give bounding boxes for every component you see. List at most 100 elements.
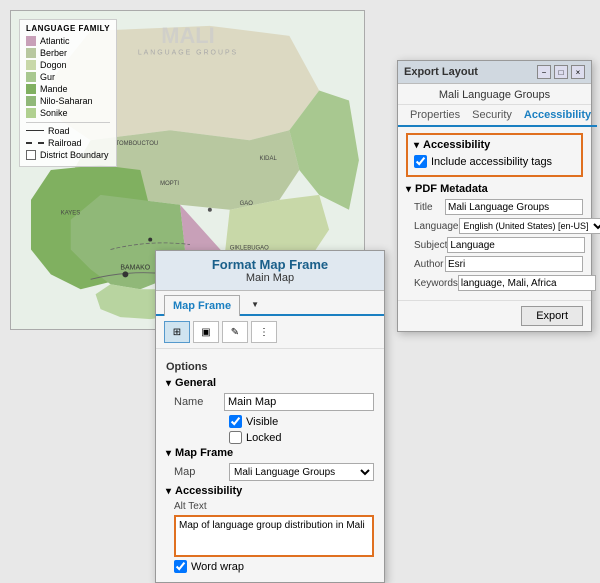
legend-label-gur: Gur: [40, 72, 55, 82]
minimize-button[interactable]: −: [537, 65, 551, 79]
map-select[interactable]: Mali Language Groups: [229, 463, 374, 481]
pdf-metadata-toggle[interactable]: ▾ PDF Metadata: [406, 183, 583, 195]
accessibility-section-arrow: ▾: [414, 140, 419, 151]
svg-text:LANGUAGE GROUPS: LANGUAGE GROUPS: [138, 50, 238, 57]
toolbar-grid-button[interactable]: ⊞: [164, 321, 190, 343]
export-subtitle: Mali Language Groups: [398, 84, 591, 105]
legend-item-gur: Gur: [26, 72, 110, 82]
close-button[interactable]: ×: [571, 65, 585, 79]
pdf-subject-input[interactable]: [447, 237, 585, 253]
dropdown-arrow-icon: ▼: [251, 300, 259, 309]
accessibility-section-label: Accessibility: [423, 139, 490, 151]
svg-text:TOMBOUCTOU: TOMBOUCTOU: [115, 141, 158, 147]
locked-checkbox[interactable]: [229, 431, 242, 444]
pdf-keywords-row: Keywords: [414, 275, 583, 291]
legend-road: Road: [26, 126, 110, 136]
tab-accessibility[interactable]: Accessibility: [518, 105, 597, 127]
svg-text:MOPTI: MOPTI: [160, 181, 179, 187]
pdf-language-select[interactable]: English (United States) [en-US]: [459, 218, 600, 234]
svg-text:BAMAKO: BAMAKO: [120, 264, 150, 271]
export-layout-dialog: Export Layout − □ × Mali Language Groups…: [397, 60, 592, 332]
pdf-metadata-label: PDF Metadata: [415, 183, 488, 195]
word-wrap-label: Word wrap: [191, 561, 244, 573]
legend-title: LANGUAGE FAMILY: [26, 24, 110, 33]
map-frame-label: Map Frame: [175, 447, 233, 459]
format-map-frame-dialog: Format Map Frame Main Map Map Frame ▼ ⊞ …: [155, 250, 385, 583]
accessibility-toggle-arrow: ▾: [166, 486, 171, 497]
accessibility-box: ▾ Accessibility Include accessibility ta…: [406, 133, 583, 177]
alt-text-input[interactable]: [174, 515, 374, 557]
include-tags-checkbox[interactable]: [414, 155, 427, 168]
pdf-keywords-label: Keywords: [414, 278, 458, 289]
tab-dropdown[interactable]: ▼: [240, 295, 267, 314]
options-header: Options: [166, 361, 374, 373]
legend-item-nilo: Nilo-Saharan: [26, 96, 110, 106]
legend-label-nilo: Nilo-Saharan: [40, 96, 93, 106]
restore-button[interactable]: □: [554, 65, 568, 79]
pdf-author-input[interactable]: [445, 256, 583, 272]
format-content: Options ▾ General Name Visible Locked ▾: [156, 349, 384, 582]
format-dialog-title: Format Map Frame: [166, 257, 374, 272]
legend-label-dogon: Dogon: [40, 60, 67, 70]
pdf-keywords-input[interactable]: [458, 275, 596, 291]
pdf-subject-row: Subject: [414, 237, 583, 253]
pdf-language-label: Language: [414, 221, 459, 232]
format-dialog-subtitle: Main Map: [166, 272, 374, 284]
export-button[interactable]: Export: [521, 306, 583, 326]
format-toolbar: ⊞ ▣ ✎ ⋮: [156, 316, 384, 349]
accessibility-section: Alt Text Word wrap: [174, 501, 374, 573]
locked-row: Locked: [174, 431, 374, 444]
legend-item-mande: Mande: [26, 84, 110, 94]
export-content: ▾ Accessibility Include accessibility ta…: [398, 127, 591, 300]
pdf-title-row: Title: [414, 199, 583, 215]
toolbar-border-button[interactable]: ▣: [193, 321, 219, 343]
word-wrap-row: Word wrap: [174, 560, 374, 573]
map-frame-section: Map Mali Language Groups: [174, 463, 374, 481]
alt-text-label: Alt Text: [174, 501, 374, 512]
visible-checkbox[interactable]: [229, 415, 242, 428]
map-row: Map Mali Language Groups: [174, 463, 374, 481]
accessibility-section-toggle[interactable]: ▾ Accessibility: [414, 139, 575, 151]
legend-label-road: Road: [48, 126, 70, 136]
tab-properties[interactable]: Properties: [404, 105, 466, 125]
map-frame-toggle[interactable]: ▾ Map Frame: [166, 447, 374, 459]
legend-item-berber: Berber: [26, 48, 110, 58]
pdf-title-label: Title: [414, 202, 445, 213]
name-row: Name: [174, 393, 374, 411]
name-label: Name: [174, 396, 224, 408]
pdf-author-row: Author: [414, 256, 583, 272]
pdf-title-input[interactable]: [445, 199, 583, 215]
pdf-author-label: Author: [414, 259, 445, 270]
window-controls: − □ ×: [537, 65, 585, 79]
general-section: Name Visible Locked: [174, 393, 374, 444]
legend-label-district: District Boundary: [40, 150, 109, 160]
export-button-row: Export: [398, 300, 591, 331]
legend-label-berber: Berber: [40, 48, 67, 58]
name-input[interactable]: [224, 393, 374, 411]
svg-text:GAO: GAO: [240, 201, 254, 207]
tab-security[interactable]: Security: [466, 105, 518, 125]
legend-label-mande: Mande: [40, 84, 68, 94]
legend-railroad: Railroad: [26, 138, 110, 148]
accessibility-label: Accessibility: [175, 485, 242, 497]
legend-item-atlantic: Atlantic: [26, 36, 110, 46]
export-dialog-title: Export Layout: [404, 66, 478, 78]
general-toggle-arrow: ▾: [166, 378, 171, 389]
accessibility-toggle[interactable]: ▾ Accessibility: [166, 485, 374, 497]
general-toggle[interactable]: ▾ General: [166, 377, 374, 389]
pdf-subject-label: Subject: [414, 240, 447, 251]
map-frame-toggle-arrow: ▾: [166, 448, 171, 459]
svg-text:KIDAL: KIDAL: [260, 156, 278, 162]
svg-text:MALI: MALI: [161, 23, 214, 48]
toolbar-options-button[interactable]: ⋮: [251, 321, 277, 343]
svg-text:KAYES: KAYES: [61, 211, 80, 217]
tab-map-frame[interactable]: Map Frame: [164, 295, 240, 316]
pdf-language-row: Language English (United States) [en-US]: [414, 218, 583, 234]
legend-item-sonike: Sonike: [26, 108, 110, 118]
legend-label-railroad: Railroad: [48, 138, 82, 148]
toolbar-edit-button[interactable]: ✎: [222, 321, 248, 343]
pdf-fields: Title Language English (United States) […: [414, 199, 583, 291]
word-wrap-checkbox[interactable]: [174, 560, 187, 573]
locked-label: Locked: [246, 432, 281, 444]
include-tags-label: Include accessibility tags: [431, 156, 552, 168]
